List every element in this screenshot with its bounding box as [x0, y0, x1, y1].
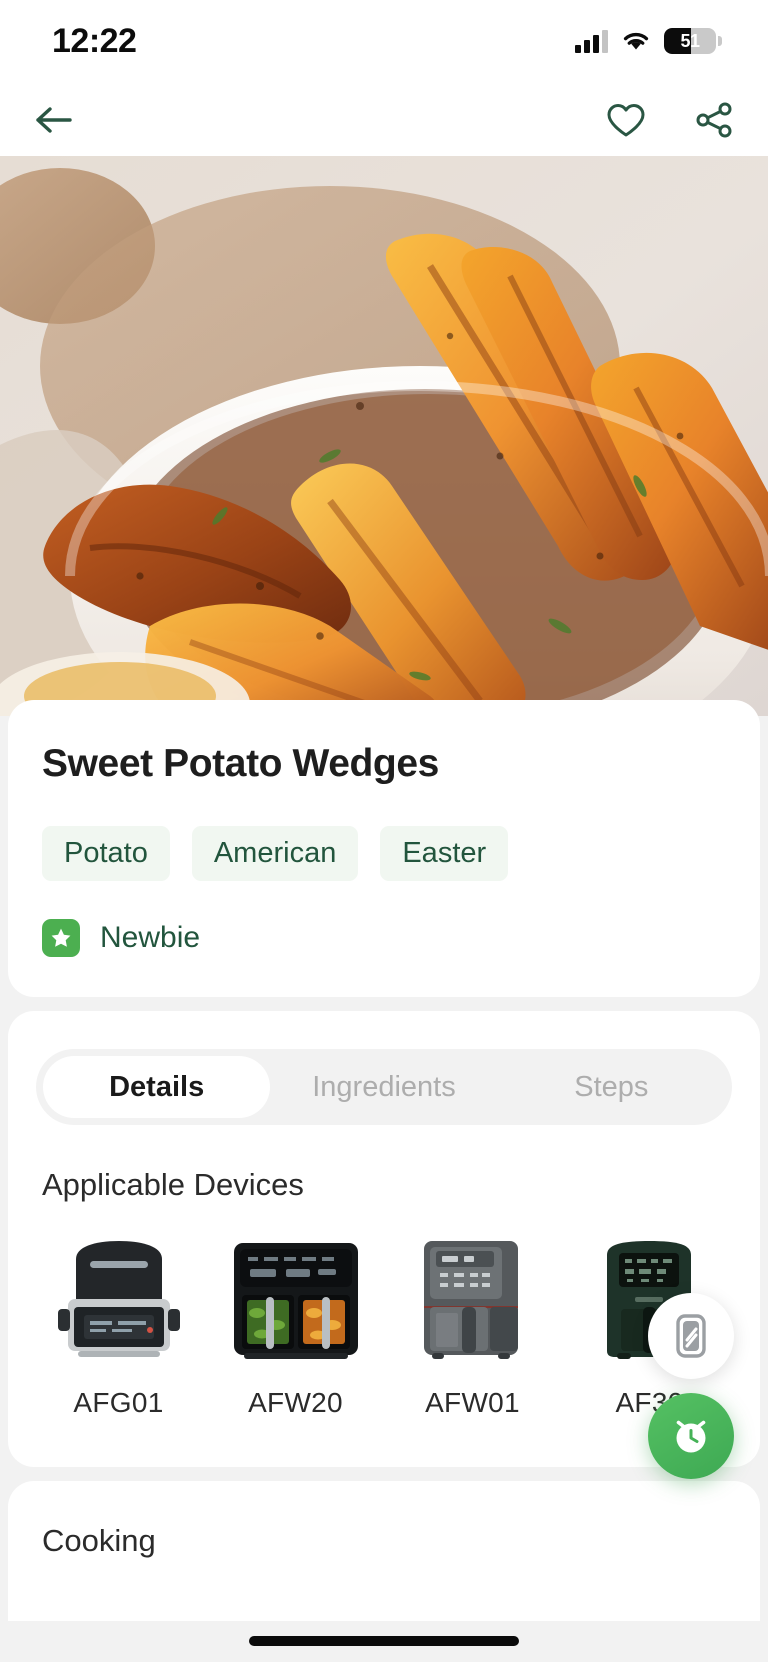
- device-item-afg01[interactable]: AFG01: [30, 1233, 207, 1419]
- device-label-afw20: AFW20: [248, 1387, 343, 1418]
- difficulty-row: Newbie: [8, 881, 760, 997]
- tag-list: Potato American Easter: [8, 786, 760, 881]
- multi-cooker-icon: [44, 1233, 194, 1361]
- nav-bar: [0, 84, 768, 156]
- device-control-button[interactable]: [648, 1293, 734, 1379]
- timer-button[interactable]: [648, 1393, 734, 1479]
- difficulty-label: Newbie: [100, 921, 201, 954]
- heart-icon: [607, 104, 645, 137]
- dual-basket-air-fryer-icon: [221, 1233, 371, 1361]
- device-panel-icon: [676, 1314, 706, 1358]
- battery-cap: [718, 36, 722, 46]
- hero-illustration: [0, 156, 768, 716]
- content-area: Sweet Potato Wedges Potato American East…: [0, 700, 768, 1621]
- tag-chip-american[interactable]: American: [191, 826, 359, 881]
- tab-bar-wrapper: Details Ingredients Steps: [8, 1011, 760, 1125]
- share-button[interactable]: [690, 98, 738, 142]
- devices-spacer: [8, 1419, 760, 1467]
- battery-icon: 51: [664, 28, 716, 54]
- device-item-afw01[interactable]: AFW01: [384, 1233, 561, 1419]
- phone-screen: 12:22 51 Sweet Potato Wedges Potato Amer…: [0, 0, 768, 1662]
- cellular-signal-icon: [575, 29, 608, 53]
- status-bar: 12:22 51: [0, 0, 768, 84]
- back-button[interactable]: [30, 98, 78, 142]
- home-indicator: [249, 1636, 519, 1646]
- status-bar-indicators: 51: [575, 28, 722, 54]
- tab-ingredients[interactable]: Ingredients: [270, 1056, 497, 1118]
- air-fryer-icon: [398, 1233, 548, 1361]
- recipe-info-card: Sweet Potato Wedges Potato American East…: [8, 700, 760, 997]
- cooking-card: Cooking: [8, 1481, 760, 1621]
- page-title: Sweet Potato Wedges: [42, 742, 439, 785]
- device-label-afw01: AFW01: [425, 1387, 520, 1418]
- cooking-heading: Cooking: [42, 1523, 156, 1558]
- device-list: AFG01 AFW20 AFW01 AF30: [8, 1203, 760, 1419]
- device-item-afw20[interactable]: AFW20: [207, 1233, 384, 1419]
- tab-steps[interactable]: Steps: [498, 1056, 725, 1118]
- tab-bar: Details Ingredients Steps: [36, 1049, 732, 1125]
- device-label-afg01: AFG01: [73, 1387, 164, 1418]
- status-bar-time: 12:22: [52, 22, 137, 60]
- recipe-hero-image: [0, 156, 768, 716]
- tab-details[interactable]: Details: [43, 1056, 271, 1118]
- tag-chip-potato[interactable]: Potato: [42, 826, 170, 881]
- tag-chip-easter[interactable]: Easter: [380, 826, 509, 881]
- back-arrow-icon: [36, 107, 72, 133]
- nav-bar-actions: [602, 98, 738, 142]
- applicable-devices-heading: Applicable Devices: [42, 1167, 304, 1202]
- details-card: Details Ingredients Steps Applicable Dev…: [8, 1011, 760, 1467]
- star-icon: [42, 919, 80, 957]
- alarm-clock-icon: [676, 1420, 706, 1453]
- wifi-icon: [623, 32, 649, 50]
- favorite-button[interactable]: [602, 98, 650, 142]
- share-icon: [696, 102, 732, 138]
- battery-level-text: 51: [680, 30, 700, 51]
